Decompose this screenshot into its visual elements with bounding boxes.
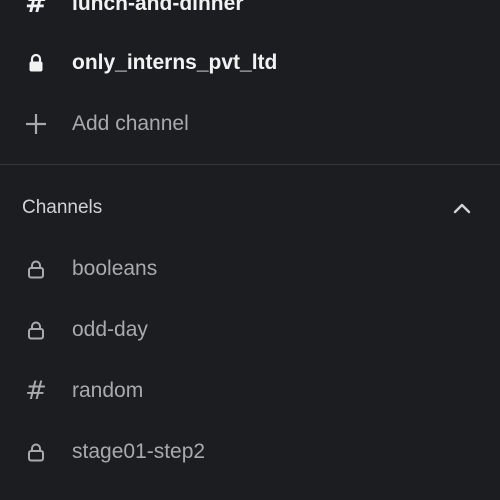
add-channel-label: Add channel — [72, 112, 189, 135]
channel-label: lunch-and-dinner — [72, 0, 244, 15]
add-channel-button[interactable]: Add channel — [0, 94, 500, 154]
channel-item-lunch-and-dinner[interactable]: # lunch-and-dinner — [0, 0, 500, 34]
section-divider — [0, 164, 500, 165]
channel-label: random — [72, 379, 144, 402]
channel-item-odd-day[interactable]: odd-day — [0, 300, 500, 360]
section-title: Channels — [22, 197, 103, 218]
channels-section-header[interactable]: Channels — [0, 178, 500, 238]
lock-icon — [22, 438, 50, 466]
lock-icon — [22, 316, 50, 344]
plus-icon — [22, 110, 50, 138]
lock-icon — [22, 255, 50, 283]
channel-label: only_interns_pvt_ltd — [72, 51, 278, 74]
channel-item-stage01-step2[interactable]: stage01-step2 — [0, 422, 500, 482]
hash-icon: # — [25, 376, 47, 406]
chevron-up-icon[interactable] — [452, 198, 472, 218]
channel-item-booleans[interactable]: booleans — [0, 239, 500, 299]
channel-label: stage01-step2 — [72, 440, 206, 463]
channel-item-random[interactable]: # random — [0, 361, 500, 421]
channel-item-only-interns-pvt-ltd[interactable]: only_interns_pvt_ltd — [0, 33, 500, 93]
hash-icon: # — [25, 0, 47, 19]
channel-label: booleans — [72, 257, 158, 280]
channel-label: odd-day — [72, 318, 148, 341]
lock-icon — [22, 49, 50, 77]
